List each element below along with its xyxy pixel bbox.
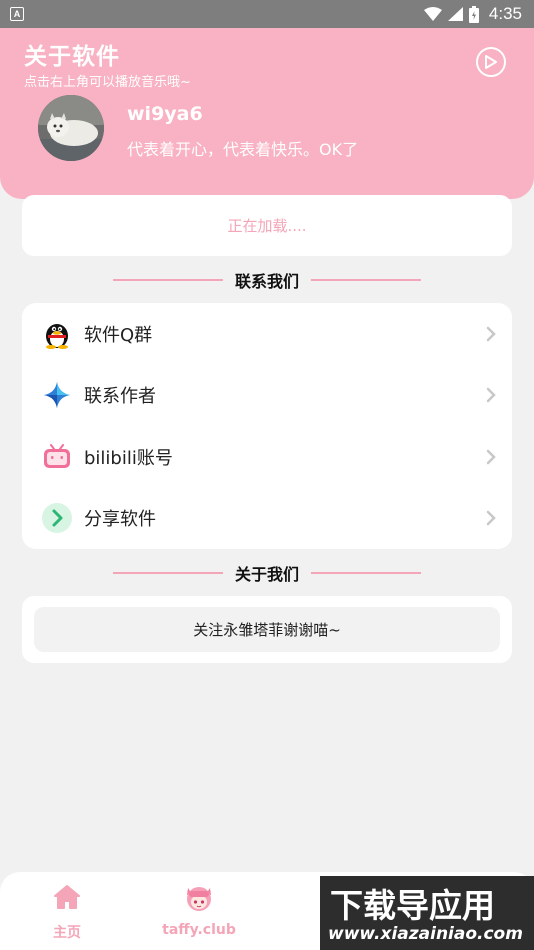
profile-header: 关于软件 点击右上角可以播放音乐哦~ wi9ya6 代表着开心，代表着快乐。OK… (0, 28, 534, 199)
follow-button[interactable]: 关注永雏塔菲谢谢喵~ (34, 607, 500, 652)
avatar[interactable] (38, 95, 104, 161)
nav-label-taffy: taffy.club (162, 922, 236, 938)
about-section-header: 关于我们 (0, 561, 534, 585)
contact-section-title: 联系我们 (234, 272, 299, 291)
divider-line-right (311, 572, 421, 574)
divider-line-left (112, 279, 223, 281)
loading-card: 正在加载.... (22, 195, 512, 256)
divider-line-right (311, 279, 421, 281)
contact-item-share[interactable]: 分享软件 (22, 488, 512, 548)
status-right: 4:35 (423, 4, 522, 24)
home-icon (54, 885, 80, 909)
nav-item-taffy[interactable]: taffy.club (144, 872, 254, 950)
qq-penguin-icon (41, 318, 73, 350)
contact-item-bilibili[interactable]: bilibili账号 (22, 427, 512, 487)
status-time: 4:35 (488, 4, 522, 23)
chevron-right-icon (486, 387, 496, 403)
contact-item-label: 分享软件 (84, 509, 156, 530)
about-text: 关注永雏塔菲谢谢喵~ (193, 621, 341, 639)
status-bar: A 4:35 (0, 0, 534, 28)
username: wi9ya6 (127, 103, 203, 125)
page-subtitle: 点击右上角可以播放音乐哦~ (24, 75, 191, 90)
battery-icon (468, 5, 479, 23)
loading-text: 正在加载.... (227, 217, 307, 235)
chevron-right-icon (486, 326, 496, 342)
share-arrow-icon (41, 502, 73, 534)
chevron-right-icon (486, 449, 496, 465)
contact-item-label: 联系作者 (84, 386, 156, 407)
contact-section-header: 联系我们 (0, 268, 534, 292)
play-music-button[interactable] (476, 47, 506, 77)
divider-line-left (112, 572, 223, 574)
contact-card: 软件Q群 联系作者 bilibili账号 分享软件 (22, 303, 512, 549)
contact-item-label: 软件Q群 (84, 325, 153, 346)
page-title: 关于软件 (24, 44, 120, 70)
about-section-title: 关于我们 (234, 565, 299, 584)
nav-label-home: 主页 (53, 925, 81, 941)
about-card: 关注永雏塔菲谢谢喵~ (22, 596, 512, 663)
taffy-avatar-icon (187, 887, 211, 911)
nav-item-home[interactable]: 主页 (12, 872, 122, 950)
watermark-url: www.xiazainiao.com (328, 924, 523, 944)
app-notification-icon: A (10, 7, 24, 21)
watermark-main-text: 下载导应用 (330, 886, 495, 925)
chevron-right-icon (486, 510, 496, 526)
star-sparkle-icon (41, 379, 73, 411)
contact-item-label: bilibili账号 (84, 448, 173, 469)
bilibili-tv-icon (41, 441, 73, 473)
avatar-image (38, 95, 104, 161)
contact-item-author[interactable]: 联系作者 (22, 365, 512, 425)
contact-item-qq-group[interactable]: 软件Q群 (22, 304, 512, 364)
user-bio: 代表着开心，代表着快乐。OK了 (127, 140, 359, 159)
wifi-icon (423, 7, 442, 21)
status-left: A (10, 7, 24, 21)
site-watermark: 下载导应用 www.xiazainiao.com (320, 876, 534, 950)
signal-icon (447, 7, 463, 21)
play-icon (485, 55, 497, 69)
